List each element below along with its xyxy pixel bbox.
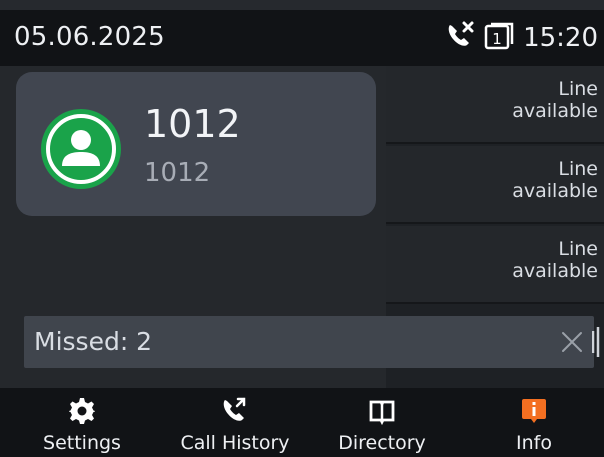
line-item-3[interactable]: Line available xyxy=(386,226,604,304)
book-icon xyxy=(367,396,397,426)
status-right: 1 15:20 xyxy=(443,20,598,56)
nav-info[interactable]: Info xyxy=(474,388,594,457)
line-item-status: available xyxy=(512,260,598,282)
user-avatar-icon xyxy=(38,106,124,192)
line-1-icon: 1 xyxy=(483,20,517,56)
missed-calls-text: Missed: 2 xyxy=(34,327,153,356)
nav-settings[interactable]: Settings xyxy=(22,388,142,457)
account-name: 1012 xyxy=(144,102,241,146)
missed-calls-banner[interactable]: Missed: 2 xyxy=(24,316,594,368)
status-bar: 05.06.2025 1 15:20 xyxy=(0,10,604,66)
line-item-1[interactable]: Line available xyxy=(386,66,604,144)
account-card[interactable]: 1012 1012 xyxy=(16,72,376,216)
info-icon xyxy=(519,396,549,426)
close-icon[interactable] xyxy=(556,326,588,358)
nav-directory-label: Directory xyxy=(338,432,426,454)
nav-call-history[interactable]: Call History xyxy=(160,388,310,457)
nav-call-history-label: Call History xyxy=(180,432,290,454)
nav-info-label: Info xyxy=(516,432,552,454)
line-badge: 1 xyxy=(492,30,502,48)
line-item-status: available xyxy=(512,100,598,122)
account-number: 1012 xyxy=(144,158,211,188)
clock-time: 15:20 xyxy=(523,23,598,53)
gear-icon xyxy=(67,396,97,426)
edge-bracket-icon xyxy=(591,325,600,359)
line-item-label: Line xyxy=(558,238,598,260)
missed-call-icon xyxy=(443,19,477,57)
bottom-nav: Settings Call History Directory Info xyxy=(0,388,604,457)
date-text: 05.06.2025 xyxy=(14,22,165,52)
call-history-icon xyxy=(220,396,250,426)
line-item-label: Line xyxy=(558,158,598,180)
nav-settings-label: Settings xyxy=(43,432,121,454)
line-item-label: Line xyxy=(558,78,598,100)
nav-directory[interactable]: Directory xyxy=(322,388,442,457)
line-item-2[interactable]: Line available xyxy=(386,146,604,224)
line-item-status: available xyxy=(512,180,598,202)
phone-screen: 05.06.2025 1 15:20 1012 1012 Line availa… xyxy=(0,0,604,457)
